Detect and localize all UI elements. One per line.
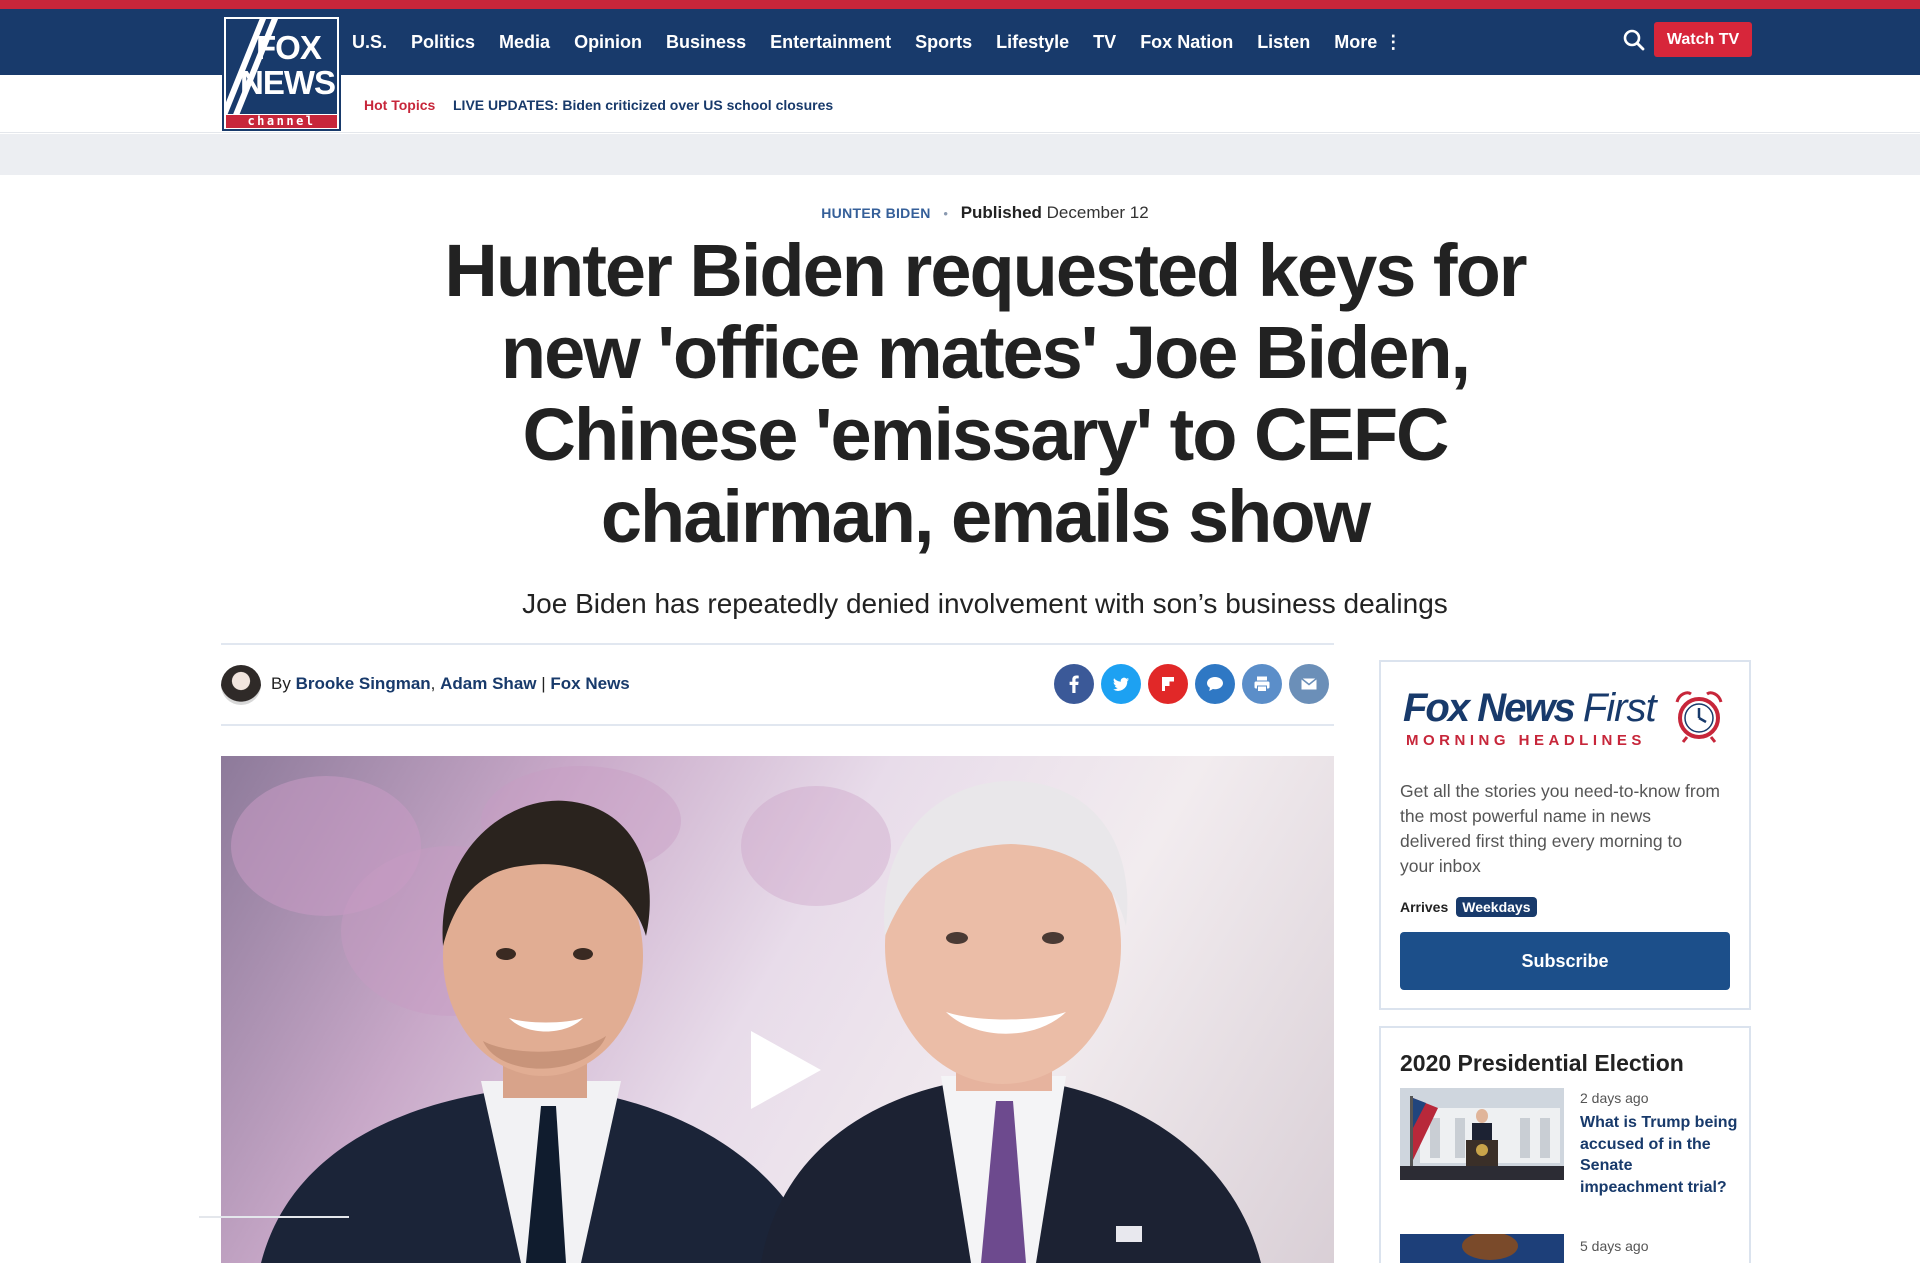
source-separator: | (541, 674, 546, 693)
logo-news-text: NEWS (240, 64, 336, 101)
author-link[interactable]: Brooke Singman (296, 674, 431, 693)
alarm-clock-icon (1675, 691, 1723, 743)
article-category-link[interactable]: HUNTER BIDEN (821, 205, 930, 221)
author-link[interactable]: Adam Shaw (440, 674, 536, 693)
hot-topics-label: Hot Topics (364, 97, 436, 113)
nav-item-business[interactable]: Business (666, 32, 746, 53)
nav-item-listen[interactable]: Listen (1257, 32, 1310, 53)
nav-item-more[interactable]: More ⋮ (1334, 32, 1402, 53)
vertical-dots-icon: ⋮ (1384, 31, 1403, 52)
published-date: December 12 (1046, 203, 1149, 222)
byline-top-rule (221, 643, 1334, 645)
published-label: Published (960, 203, 1042, 222)
arrives-label: Arrives (1400, 899, 1449, 915)
election-story-time: 2 days ago (1580, 1090, 1649, 1106)
nav-item-lifestyle[interactable]: Lifestyle (996, 32, 1069, 53)
watch-tv-button[interactable]: Watch TV (1654, 22, 1752, 57)
byline-bottom-rule (221, 724, 1334, 726)
nav-item-entertainment[interactable]: Entertainment (770, 32, 891, 53)
newsletter-title-bold: Fox News (1403, 686, 1576, 730)
comment-icon[interactable] (1195, 664, 1235, 704)
election-story-divider (199, 1216, 349, 1218)
nav-item-fox-nation[interactable]: Fox Nation (1140, 32, 1233, 53)
author-avatar (221, 665, 261, 705)
hero-photo-people (261, 781, 1261, 1263)
author-separator: , (430, 674, 436, 693)
play-icon[interactable] (751, 1031, 821, 1109)
logo-channel-text: channel (226, 115, 337, 128)
eyebrow-separator: • (943, 206, 948, 221)
twitter-icon[interactable] (1101, 664, 1141, 704)
primary-nav: U.S. Politics Media Opinion Business Ent… (352, 9, 1426, 75)
election-widget-title: 2020 Presidential Election (1400, 1050, 1684, 1076)
article-dek: Joe Biden has repeatedly denied involvem… (522, 588, 1448, 619)
nav-item-sports[interactable]: Sports (915, 32, 972, 53)
subscribe-button[interactable]: Subscribe (1400, 932, 1730, 990)
election-story-link[interactable]: What is Trump being accused of in the Se… (1580, 1112, 1740, 1198)
nav-item-us[interactable]: U.S. (352, 32, 387, 53)
newsletter-frequency: Arrives Weekdays (1400, 897, 1537, 917)
nav-item-tv[interactable]: TV (1093, 32, 1116, 53)
top-accent-stripe (0, 0, 1920, 9)
hot-topic-link[interactable]: LIVE UPDATES: Biden criticized over US s… (453, 97, 833, 113)
source-link[interactable]: Fox News (550, 674, 629, 693)
logo-fox-text: FOX (256, 29, 322, 66)
election-story-time: 5 days ago (1580, 1238, 1649, 1254)
election-widget: 2020 Presidential Election 2 days ago Wh… (1379, 1026, 1751, 1263)
facebook-icon[interactable] (1054, 664, 1094, 704)
email-icon[interactable] (1289, 664, 1329, 704)
newsletter-title: Fox News First (1403, 686, 1657, 731)
election-story-thumbnail[interactable] (1400, 1234, 1564, 1263)
election-story-thumbnail[interactable] (1400, 1088, 1564, 1180)
nav-item-media[interactable]: Media (499, 32, 550, 53)
newsletter-title-light: First (1582, 686, 1657, 730)
article-hero-video[interactable] (221, 756, 1334, 1263)
nav-item-politics[interactable]: Politics (411, 32, 475, 53)
nav-more-label: More (1334, 31, 1378, 52)
frequency-badge: Weekdays (1456, 897, 1537, 917)
byline-prefix: By (271, 674, 291, 693)
flipboard-icon[interactable] (1148, 664, 1188, 704)
newsletter-signup-box: Fox News First MORNING HEADLINES Get all… (1379, 660, 1751, 1010)
newsletter-description: Get all the stories you need-to-know fro… (1400, 781, 1721, 876)
logo-mark: FOX NEWS (226, 19, 337, 114)
fox-news-logo[interactable]: FOX NEWS channel (222, 15, 341, 131)
article-byline: By Brooke Singman, Adam Shaw | Fox News (271, 674, 630, 694)
ad-spacer-band (0, 134, 1920, 175)
article-headline: Hunter Biden requested keys for new 'off… (444, 229, 1527, 558)
print-icon[interactable] (1242, 664, 1282, 704)
article-eyebrow: HUNTER BIDEN • Published December 12 (0, 203, 1920, 223)
newsletter-subtitle: MORNING HEADLINES (1406, 732, 1646, 749)
nav-item-opinion[interactable]: Opinion (574, 32, 642, 53)
search-icon[interactable] (1620, 26, 1648, 54)
